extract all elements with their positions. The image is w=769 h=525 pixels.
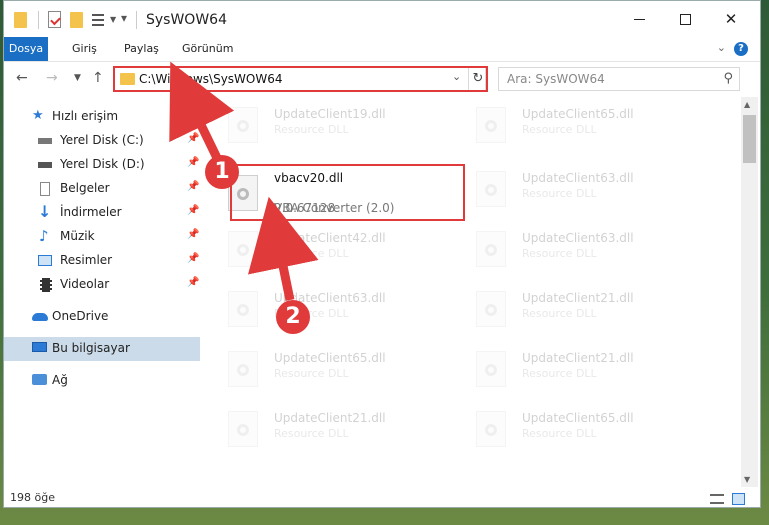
arrow-to-file [247, 196, 319, 301]
annotation-arrows [169, 61, 319, 301]
step-2-badge: 2 [276, 300, 310, 334]
step-1-badge: 1 [205, 155, 239, 189]
arrow-to-address [169, 61, 235, 162]
